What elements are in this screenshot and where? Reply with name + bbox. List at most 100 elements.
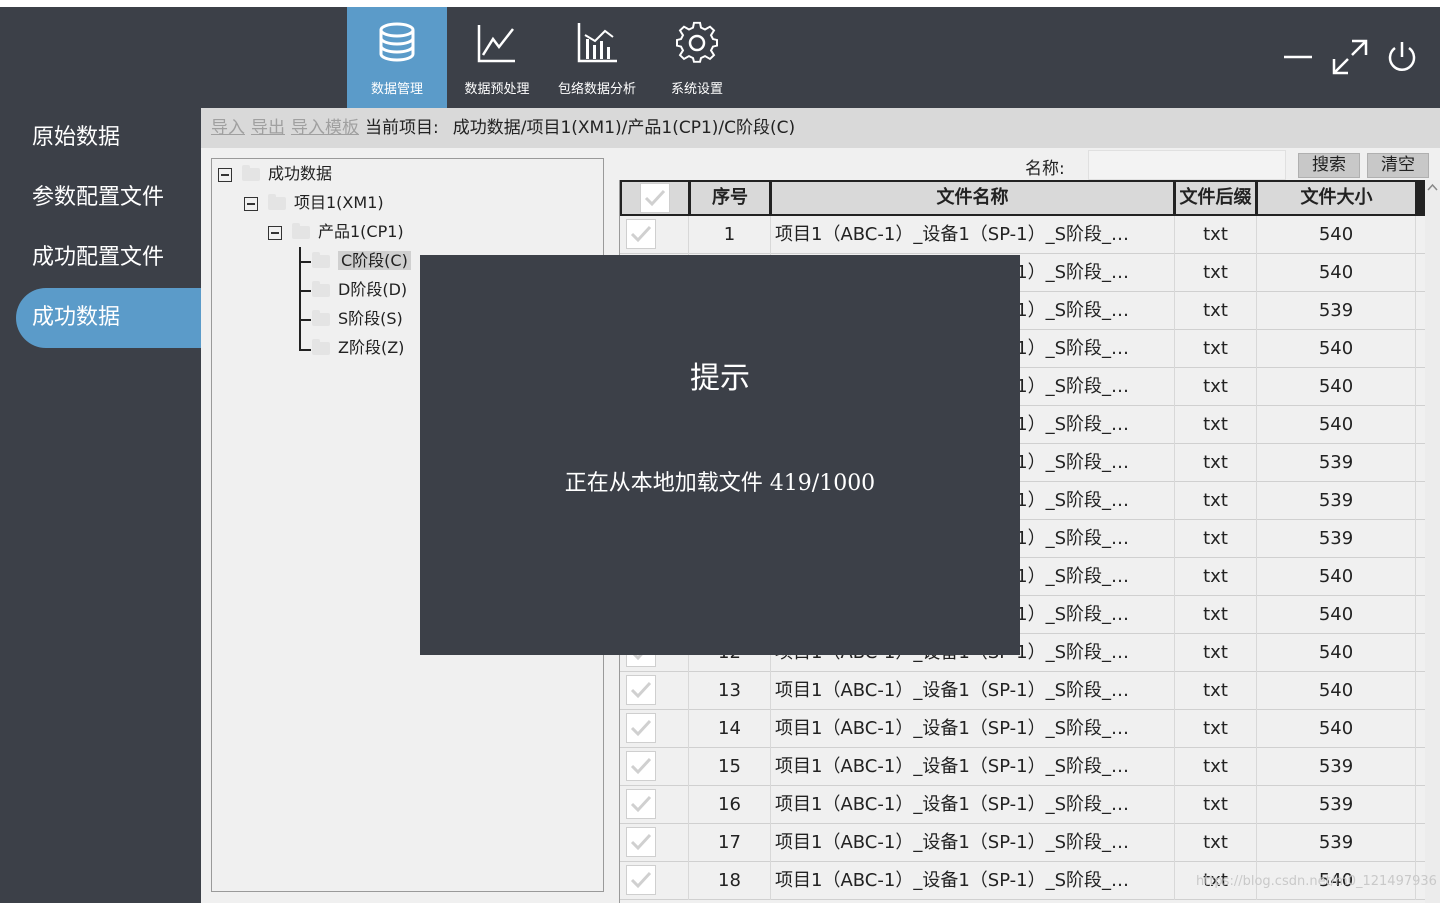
search-input[interactable] [1088, 150, 1286, 180]
maximize-icon [1332, 39, 1368, 75]
table-row[interactable]: 13 项目1（ABC-1）_设备1（SP-1）_S阶段_… txt 540 [620, 672, 1425, 710]
scroll-up-icon[interactable] [1427, 182, 1438, 193]
table-row[interactable]: 17 项目1（ABC-1）_设备1（SP-1）_S阶段_… txt 539 [620, 824, 1425, 862]
row-ext-cell: txt [1175, 406, 1257, 444]
row-size-cell: 540 [1257, 596, 1416, 634]
collapse-icon[interactable] [244, 196, 258, 211]
row-ext-cell: txt [1175, 482, 1257, 520]
breadcrumb-bar: 导入 导出 导入模板 当前项目: 成功数据/项目1(XM1)/产品1(CP1)/C阶段(… [201, 108, 1440, 148]
row-checkbox[interactable] [626, 219, 656, 249]
row-checkbox[interactable] [626, 827, 656, 857]
row-no-cell: 13 [689, 672, 771, 710]
check-icon [630, 833, 652, 851]
row-size-cell: 539 [1257, 824, 1416, 862]
column-header-size[interactable]: 文件大小 [1258, 182, 1415, 214]
toolbar-label: 包络数据分析 [557, 82, 636, 97]
row-name-cell: 项目1（ABC-1）_设备1（SP-1）_S阶段_… [771, 748, 1175, 786]
check-icon [644, 189, 666, 207]
folder-icon [312, 339, 330, 355]
dialog-title: 提示 [690, 361, 750, 396]
row-ext-cell: txt [1175, 444, 1257, 482]
row-size-cell: 540 [1257, 254, 1416, 292]
row-no-cell: 17 [689, 824, 771, 862]
search-label: 名称: [1025, 159, 1065, 179]
table-header: 序号 文件名称 文件后缀 文件大小 [620, 180, 1425, 216]
row-no-cell: 18 [689, 862, 771, 900]
table-row[interactable]: 15 项目1（ABC-1）_设备1（SP-1）_S阶段_… txt 539 [620, 748, 1425, 786]
tree-node-label: 产品1(CP1) [318, 222, 404, 241]
row-checkbox[interactable] [626, 789, 656, 819]
tree-node-stage-d[interactable]: D阶段(D) [312, 277, 407, 303]
row-no-cell: 15 [689, 748, 771, 786]
row-ext-cell: txt [1175, 786, 1257, 824]
tree-node-label: 成功数据 [268, 164, 333, 183]
row-ext-cell: txt [1175, 596, 1257, 634]
tree-node-stage-c[interactable]: C阶段(C) [312, 248, 411, 274]
row-checkbox[interactable] [626, 675, 656, 705]
database-icon [379, 22, 415, 62]
export-link[interactable]: 导出 [251, 118, 285, 138]
row-name-cell: 项目1（ABC-1）_设备1（SP-1）_S阶段_… [771, 862, 1175, 900]
table-row[interactable]: 1 项目1（ABC-1）_设备1（SP-1）_S阶段_… txt 540 [620, 216, 1425, 254]
toolbar-system-settings-button[interactable]: 系统设置 [647, 7, 747, 108]
row-ext-cell: txt [1175, 254, 1257, 292]
sidebar-item-raw-data[interactable]: 原始数据 [16, 108, 201, 168]
row-select-cell[interactable] [620, 710, 689, 748]
tree-node-label: Z阶段(Z) [338, 338, 405, 357]
toolbar-envelope-analysis-button[interactable]: 包络数据分析 [547, 7, 647, 108]
check-icon [630, 719, 652, 737]
row-checkbox[interactable] [626, 713, 656, 743]
clear-button[interactable]: 清空 [1367, 153, 1429, 178]
select-all-header[interactable] [622, 182, 688, 214]
row-select-cell[interactable] [620, 216, 689, 254]
line-chart-icon [477, 25, 515, 63]
row-ext-cell: txt [1175, 330, 1257, 368]
power-button[interactable] [1382, 37, 1422, 77]
check-icon [630, 757, 652, 775]
import-template-link[interactable]: 导入模板 [291, 118, 359, 138]
row-no-cell: 16 [689, 786, 771, 824]
row-checkbox[interactable] [626, 865, 656, 895]
row-select-cell[interactable] [620, 786, 689, 824]
tree-node-label: C阶段(C) [338, 251, 411, 270]
power-icon [1388, 42, 1416, 71]
row-ext-cell: txt [1175, 824, 1257, 862]
bar-chart-icon [577, 23, 617, 63]
row-ext-cell: txt [1175, 368, 1257, 406]
collapse-icon[interactable] [268, 225, 282, 240]
loading-dialog: 提示 正在从本地加载文件 419/1000 [420, 255, 1020, 655]
select-all-checkbox[interactable] [640, 183, 670, 213]
tree-node-stage-s[interactable]: S阶段(S) [312, 306, 403, 332]
tree-node-root[interactable]: 成功数据 [218, 161, 332, 187]
toolbar-data-management-button[interactable]: 数据管理 [347, 7, 447, 108]
row-name-cell: 项目1（ABC-1）_设备1（SP-1）_S阶段_… [771, 824, 1175, 862]
tree-node-project[interactable]: 项目1(XM1) [244, 190, 384, 216]
row-select-cell[interactable] [620, 748, 689, 786]
sidebar-item-success-data[interactable]: 成功数据 [16, 288, 201, 348]
toolbar-preprocess-button[interactable]: 数据预处理 [447, 7, 547, 108]
row-size-cell: 539 [1257, 748, 1416, 786]
collapse-icon[interactable] [218, 167, 232, 182]
sidebar-item-param-config[interactable]: 参数配置文件 [16, 168, 201, 228]
import-link[interactable]: 导入 [211, 118, 245, 138]
column-header-name[interactable]: 文件名称 [772, 182, 1173, 214]
column-header-no[interactable]: 序号 [691, 182, 769, 214]
row-name-cell: 项目1（ABC-1）_设备1（SP-1）_S阶段_… [771, 672, 1175, 710]
folder-icon [312, 310, 330, 326]
maximize-button[interactable] [1330, 37, 1370, 77]
row-select-cell[interactable] [620, 862, 689, 900]
tree-node-stage-z[interactable]: Z阶段(Z) [312, 335, 404, 361]
table-row[interactable]: 14 项目1（ABC-1）_设备1（SP-1）_S阶段_… txt 540 [620, 710, 1425, 748]
row-select-cell[interactable] [620, 672, 689, 710]
check-icon [630, 681, 652, 699]
row-checkbox[interactable] [626, 751, 656, 781]
minimize-button[interactable] [1278, 37, 1318, 77]
table-scrollbar[interactable] [1425, 180, 1440, 903]
sidebar-item-success-config[interactable]: 成功配置文件 [16, 228, 201, 288]
table-row[interactable]: 16 项目1（ABC-1）_设备1（SP-1）_S阶段_… txt 539 [620, 786, 1425, 824]
tree-connector [299, 290, 311, 292]
row-select-cell[interactable] [620, 824, 689, 862]
tree-node-product[interactable]: 产品1(CP1) [268, 219, 404, 245]
search-button[interactable]: 搜索 [1298, 153, 1360, 178]
column-header-ext[interactable]: 文件后缀 [1176, 182, 1255, 214]
